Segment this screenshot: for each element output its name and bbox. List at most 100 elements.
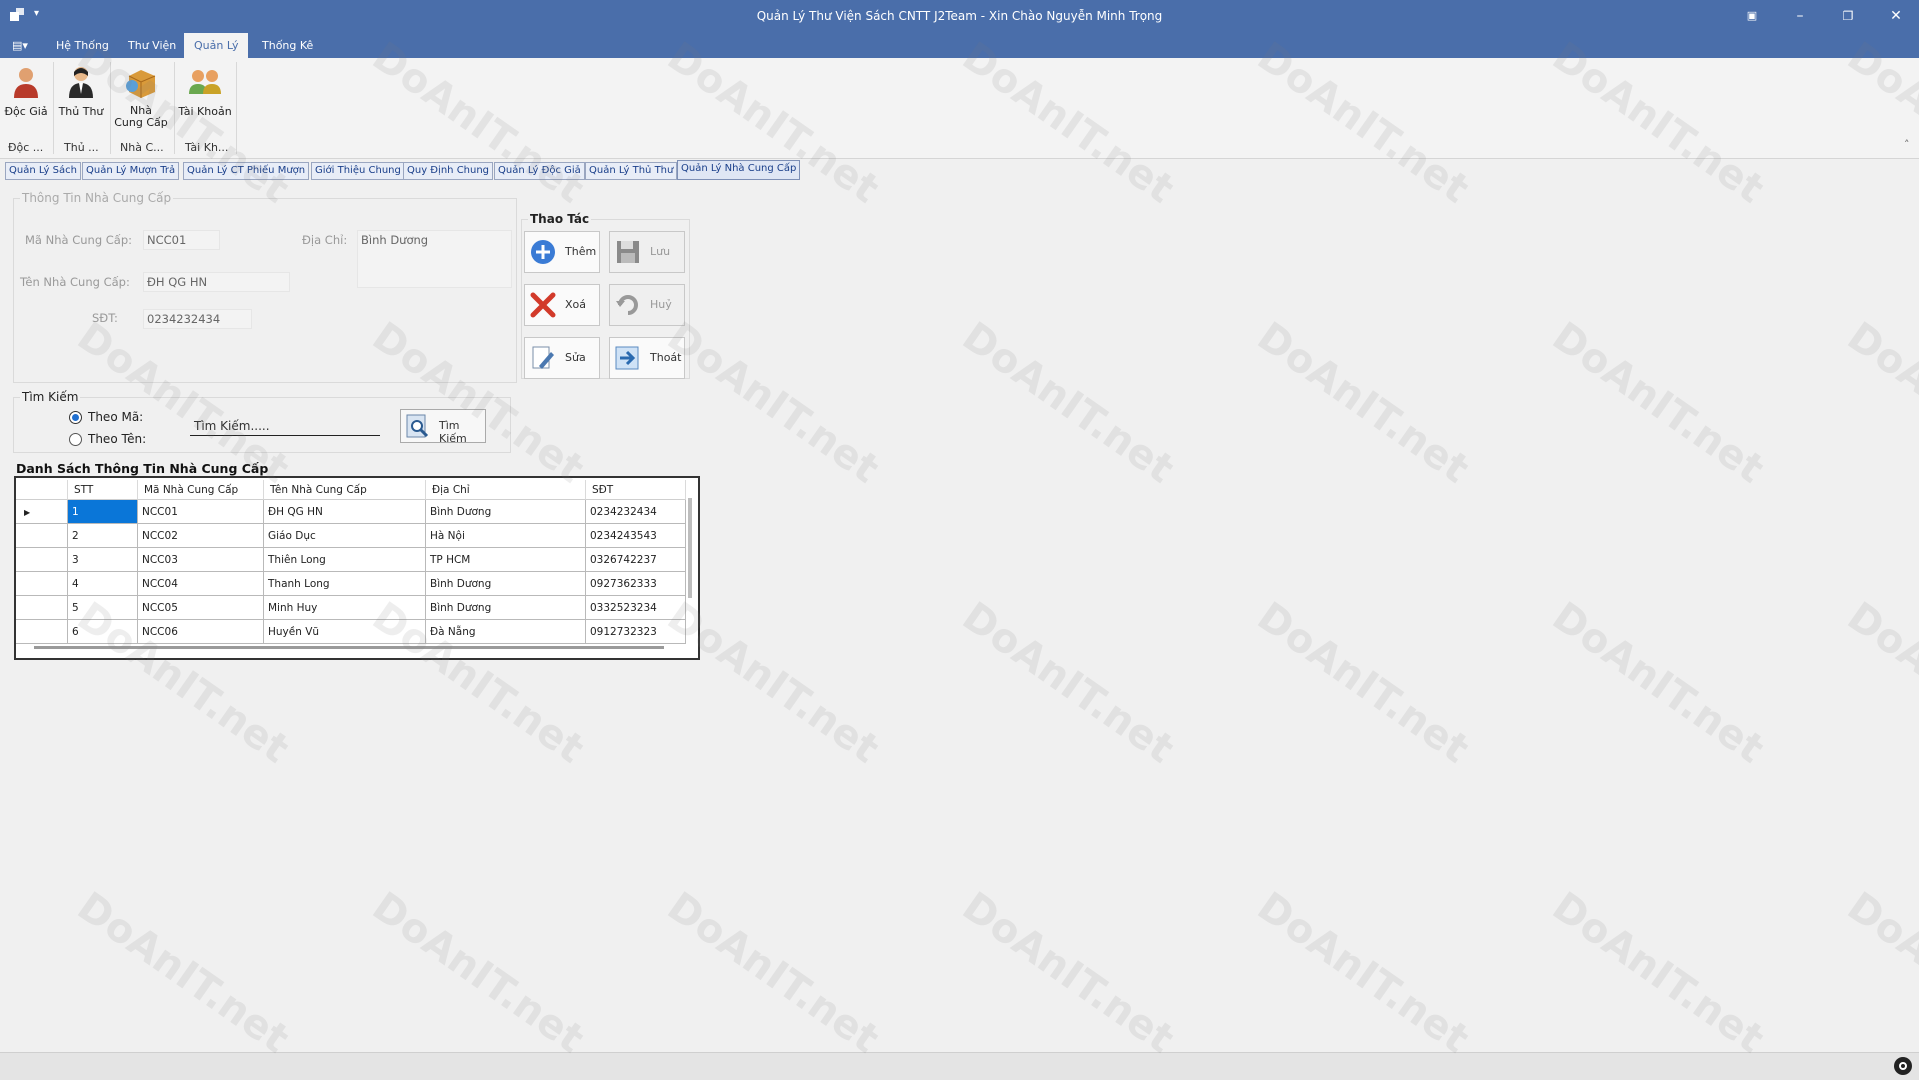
restore-button[interactable]: ❐ xyxy=(1836,6,1860,26)
col-header-stt[interactable]: STT xyxy=(68,480,138,500)
thu-thu-label: Thủ Thư xyxy=(58,105,104,118)
doc-tab-quan-ly-thu-thu[interactable]: Quản Lý Thủ Thư xyxy=(585,162,678,180)
row-header[interactable] xyxy=(16,524,68,548)
watermark-text: DoAnIT.net xyxy=(659,313,888,493)
luu-button[interactable]: Lưu xyxy=(609,231,685,273)
cell-ten[interactable]: Giáo Dục xyxy=(264,524,426,548)
them-button[interactable]: Thêm xyxy=(524,231,600,273)
search-icon xyxy=(406,414,429,438)
collapse-ribbon-icon[interactable]: ˄ xyxy=(1904,138,1910,151)
xoa-button[interactable]: Xoá xyxy=(524,284,600,326)
col-header-ten[interactable]: Tên Nhà Cung Cấp xyxy=(264,480,426,500)
cell-dia-chi[interactable]: Hà Nội xyxy=(426,524,586,548)
watermark-text: DoAnIT.net xyxy=(1544,883,1773,1063)
doc-tab-quan-ly-nha-cung-cap[interactable]: Quản Lý Nhà Cung Cấp xyxy=(677,160,801,180)
dia-chi-field[interactable]: Bình Dương xyxy=(357,230,512,288)
cell-dia-chi[interactable]: Bình Dương xyxy=(426,596,586,620)
watermark-text: DoAnIT.net xyxy=(1839,593,1919,773)
luu-label: Lưu xyxy=(650,245,671,258)
watermark-text: DoAnIT.net xyxy=(1839,883,1919,1063)
edit-icon xyxy=(532,346,554,369)
cell-stt[interactable]: 2 xyxy=(68,524,138,548)
delete-icon xyxy=(530,292,556,318)
search-title: Tìm Kiếm xyxy=(20,390,81,404)
ma-ncc-field[interactable]: NCC01 xyxy=(143,230,220,250)
huy-button[interactable]: Huỷ xyxy=(609,284,685,326)
watermark-text: DoAnIT.net xyxy=(1839,313,1919,493)
row-header[interactable] xyxy=(16,548,68,572)
cell-ma[interactable]: NCC03 xyxy=(138,548,264,572)
doc-tab-gioi-thieu-chung[interactable]: Giới Thiệu Chung xyxy=(311,162,405,180)
cell-dia-chi[interactable]: TP HCM xyxy=(426,548,586,572)
group-doc-gia: Độc ... xyxy=(8,141,44,154)
doc-gia-button[interactable]: Độc Giả xyxy=(4,64,48,118)
theo-ten-radio[interactable] xyxy=(69,433,82,446)
cell-ma[interactable]: NCC02 xyxy=(138,524,264,548)
ribbon-tab-bar: ▤▾ Hệ Thống Thư Viện Quản Lý Thống Kê xyxy=(0,33,1919,58)
watermark-text: DoAnIT.net xyxy=(954,593,1183,773)
save-icon xyxy=(617,241,639,263)
tab-thong-ke[interactable]: Thống Kê xyxy=(252,33,323,58)
row-header[interactable]: ▶ xyxy=(16,500,68,524)
sua-button[interactable]: Sửa xyxy=(524,337,600,379)
tab-thu-vien[interactable]: Thư Viện xyxy=(118,33,186,58)
xoa-label: Xoá xyxy=(565,298,587,311)
row-header[interactable] xyxy=(16,572,68,596)
status-gear-icon[interactable] xyxy=(1894,1057,1912,1075)
status-bar xyxy=(0,1052,1919,1080)
cell-stt[interactable]: 1 xyxy=(68,500,138,524)
ten-ncc-field[interactable]: ĐH QG HN xyxy=(143,272,290,292)
vertical-scrollbar[interactable] xyxy=(688,498,692,598)
close-button[interactable]: ✕ xyxy=(1884,6,1908,26)
cell-ma[interactable]: NCC05 xyxy=(138,596,264,620)
cell-ma[interactable]: NCC01 xyxy=(138,500,264,524)
cell-dia-chi[interactable]: Bình Dương xyxy=(426,500,586,524)
current-row-arrow-icon: ▶ xyxy=(24,508,31,517)
cell-ten[interactable]: ĐH QG HN xyxy=(264,500,426,524)
doc-gia-label: Độc Giả xyxy=(4,105,48,118)
theo-ma-label: Theo Mã: xyxy=(88,410,144,424)
cell-sdt[interactable]: 0234243543 xyxy=(586,524,686,548)
watermark-text: DoAnIT.net xyxy=(1249,883,1478,1063)
sdt-field[interactable]: 0234232434 xyxy=(143,309,252,329)
sua-label: Sửa xyxy=(565,351,586,364)
watermark-text: DoAnIT.net xyxy=(1544,593,1773,773)
cell-sdt[interactable]: 0326742237 xyxy=(586,548,686,572)
cell-ten[interactable]: Thanh Long xyxy=(264,572,426,596)
cell-sdt[interactable]: 0927362333 xyxy=(586,572,686,596)
undo-icon xyxy=(616,295,638,315)
title-bar: ▾ Quản Lý Thư Viện Sách CNTT J2Team - Xi… xyxy=(0,0,1919,33)
app-menu-icon[interactable]: ▤▾ xyxy=(8,33,32,58)
ma-ncc-label: Mã Nhà Cung Cấp: xyxy=(25,233,133,247)
cell-dia-chi[interactable]: Bình Dương xyxy=(426,572,586,596)
cell-sdt[interactable]: 0234232434 xyxy=(586,500,686,524)
actions-title: Thao Tác xyxy=(528,212,592,226)
doc-tab-quy-dinh-chung[interactable]: Quy Định Chung xyxy=(403,162,494,180)
window-title: Quản Lý Thư Viện Sách CNTT J2Team - Xin … xyxy=(756,9,1163,23)
watermark-text: DoAnIT.net xyxy=(954,883,1183,1063)
col-header-sdt[interactable]: SĐT xyxy=(586,480,686,500)
cell-ma[interactable]: NCC04 xyxy=(138,572,264,596)
theo-ten-label: Theo Tên: xyxy=(88,432,147,446)
tab-quan-ly[interactable]: Quản Lý xyxy=(184,33,249,58)
cell-stt[interactable]: 4 xyxy=(68,572,138,596)
group-nha-cung-cap: Nhà C... xyxy=(120,141,164,154)
row-header[interactable] xyxy=(16,620,68,644)
cell-stt[interactable]: 3 xyxy=(68,548,138,572)
minimize-button[interactable]: – xyxy=(1788,6,1812,26)
ten-ncc-label: Tên Nhà Cung Cấp: xyxy=(20,275,130,289)
dia-chi-label: Địa Chỉ: xyxy=(302,233,348,247)
theo-ma-radio[interactable] xyxy=(69,411,82,424)
watermark-text: DoAnIT.net xyxy=(69,883,298,1063)
watermark-text: DoAnIT.net xyxy=(954,313,1183,493)
watermark-text: DoAnIT.net xyxy=(659,883,888,1063)
cell-ten[interactable]: Thiên Long xyxy=(264,548,426,572)
accounts-icon xyxy=(189,70,221,94)
doc-tab-quan-ly-muon-tra[interactable]: Quản Lý Mượn Trả xyxy=(82,162,180,180)
watermark-text: DoAnIT.net xyxy=(364,883,593,1063)
exit-icon xyxy=(615,346,639,370)
doc-tab-quan-ly-sach[interactable]: Quản Lý Sách xyxy=(5,162,81,180)
ribbon-display-icon[interactable]: ▣ xyxy=(1740,6,1764,26)
row-header[interactable] xyxy=(16,596,68,620)
col-header-ma[interactable]: Mã Nhà Cung Cấp xyxy=(138,480,264,500)
